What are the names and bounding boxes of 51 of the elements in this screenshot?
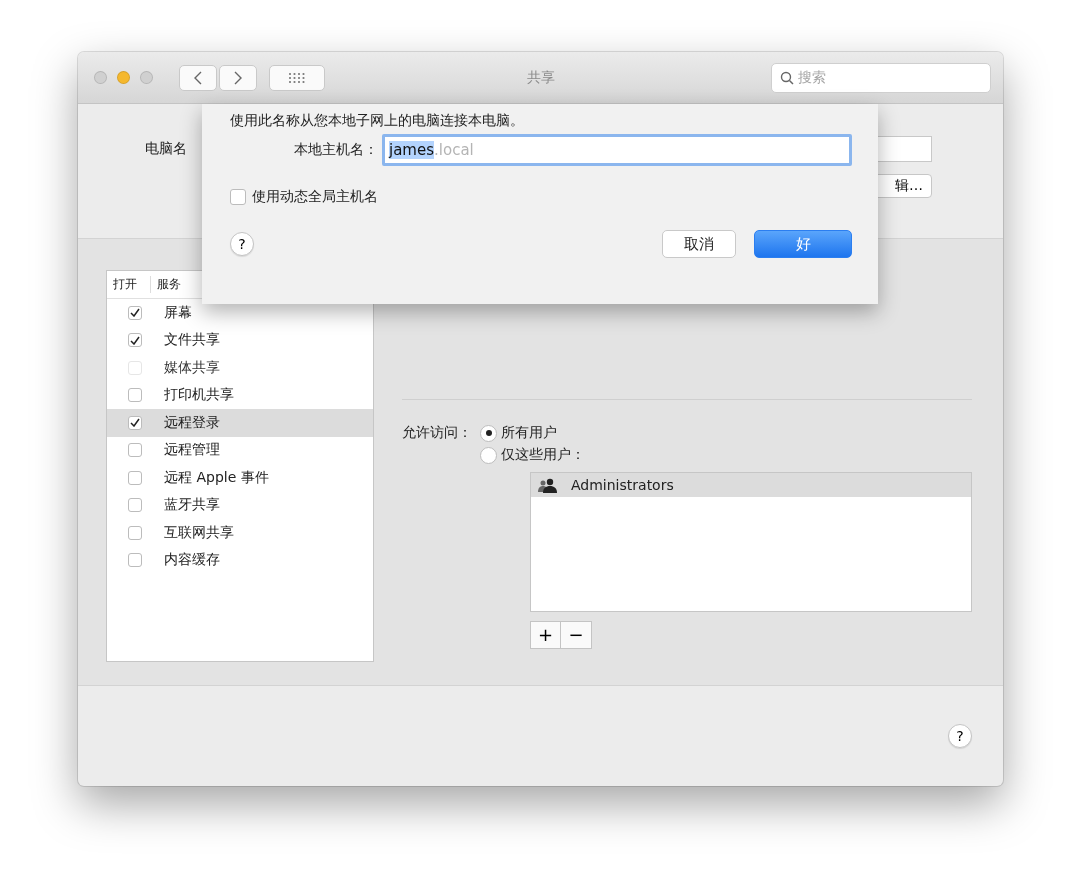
cancel-button[interactable]: 取消 (662, 230, 736, 258)
close-icon[interactable] (94, 71, 107, 84)
radio-button[interactable] (480, 424, 497, 442)
checkbox[interactable] (128, 553, 142, 568)
service-row[interactable]: 互联网共享 (107, 519, 373, 547)
computer-name-label: 电脑名 (145, 140, 187, 158)
check-icon (130, 308, 140, 318)
help-button[interactable]: ? (948, 724, 972, 748)
checkbox[interactable] (128, 443, 142, 458)
check-icon (130, 335, 140, 345)
column-header: 打开 (107, 276, 151, 293)
remove-button[interactable]: − (561, 621, 592, 649)
access-label: 允许访问： (402, 424, 472, 442)
minimize-icon[interactable] (117, 71, 130, 84)
checkbox[interactable] (128, 525, 142, 540)
checkbox[interactable] (128, 415, 142, 430)
chevron-left-icon (193, 70, 203, 85)
sheet-description: 使用此名称从您本地子网上的电脑连接本电脑。 (230, 112, 525, 130)
service-row[interactable]: 远程登录 (107, 409, 373, 437)
grid-button[interactable] (269, 64, 325, 91)
search-icon (780, 70, 794, 85)
radio-label: 仅这些用户： (501, 446, 585, 464)
service-row[interactable]: 内容缓存 (107, 546, 373, 574)
checkbox[interactable] (128, 498, 142, 513)
back-button[interactable] (179, 64, 217, 91)
radio-label: 所有用户 (501, 424, 557, 442)
window-title: 共享 (526, 68, 555, 87)
group-icon (537, 477, 559, 493)
check-icon (130, 418, 140, 428)
grid-icon (288, 71, 306, 84)
checkbox-label: 使用动态全局主机名 (252, 188, 378, 206)
help-button[interactable]: ? (230, 232, 254, 256)
service-row[interactable]: 打印机共享 (107, 381, 373, 409)
service-row[interactable]: 远程 Apple 事件 (107, 464, 373, 492)
service-row[interactable]: 蓝牙共享 (107, 491, 373, 519)
checkbox[interactable] (128, 470, 142, 485)
radio-button[interactable] (480, 446, 497, 464)
service-row[interactable]: 远程管理 (107, 436, 373, 464)
add-button[interactable]: + (530, 621, 561, 649)
column-header: 服务 (156, 276, 182, 293)
hostname-field[interactable]: james.local (382, 134, 852, 166)
hostname-label: 本地主机名： (293, 141, 379, 159)
service-row[interactable]: 文件共享 (107, 326, 373, 354)
checkbox[interactable] (128, 333, 142, 348)
checkbox[interactable] (128, 388, 142, 403)
zoom-icon[interactable] (140, 71, 153, 84)
user-row[interactable]: Administrators (531, 473, 971, 497)
checkbox[interactable] (230, 189, 246, 205)
checkbox[interactable] (128, 305, 142, 320)
forward-button[interactable] (219, 64, 257, 91)
chevron-right-icon (233, 70, 243, 85)
